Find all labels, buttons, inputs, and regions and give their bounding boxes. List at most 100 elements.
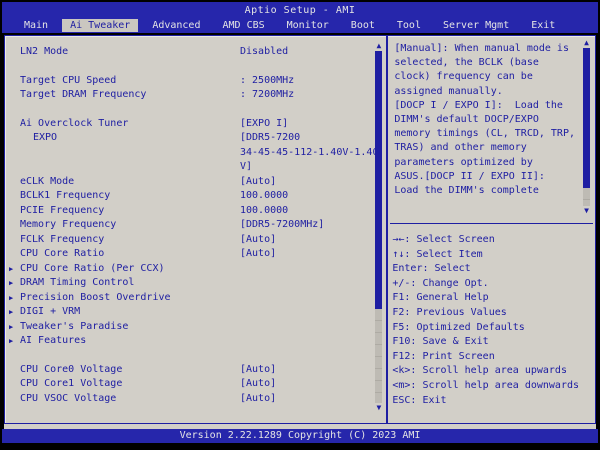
setting-value: [Auto] <box>240 377 276 392</box>
setting-row-eclk-mode[interactable]: eCLK Mode[Auto] <box>5 175 386 190</box>
setting-label: AI Features <box>20 334 240 349</box>
legend-line: +/-: Change Opt. <box>392 277 595 292</box>
setting-row-target-cpu-speed: Target CPU Speed: 2500MHz <box>5 74 386 89</box>
setting-value-line: [DDR5-7200 <box>240 131 378 146</box>
setting-label: Ai Overclock Tuner <box>20 117 240 132</box>
setting-value: 100.0000 <box>240 189 288 204</box>
help-line: TRAS) and other memory <box>394 141 575 155</box>
setting-row-dram-timing-control[interactable]: ▶ DRAM Timing Control <box>5 276 386 291</box>
version-text: Version 2.22.1289 Copyright (C) 2023 AMI <box>180 430 421 441</box>
setting-row-expo[interactable]: EXPO[DDR5-720034-45-45-112-1.40V-1.40V] <box>5 131 386 175</box>
setting-value-line: V] <box>240 160 378 175</box>
setting-label: EXPO <box>20 131 240 146</box>
help-line: DIMM's default DOCP/EXPO <box>394 113 575 127</box>
setting-label: BCLK1 Frequency <box>20 189 240 204</box>
setting-value: [Auto] <box>240 363 276 378</box>
help-line: memory timings (CL, TRCD, TRP, <box>394 127 575 141</box>
help-line: [Manual]: When manual mode is <box>394 42 575 56</box>
legend-line: <k>: Scroll help area upwards <box>392 364 595 379</box>
legend-line: ESC: Exit <box>392 394 595 409</box>
setting-label: FCLK Frequency <box>20 233 240 248</box>
setting-row-cpu-core-ratio-per-ccx[interactable]: ▶ CPU Core Ratio (Per CCX) <box>5 262 386 277</box>
setting-row-precision-boost-overdrive[interactable]: ▶ Precision Boost Overdrive <box>5 291 386 306</box>
setting-row-ln2-mode: LN2 ModeDisabled <box>5 45 386 60</box>
setting-row-ai-overclock-tuner[interactable]: Ai Overclock Tuner[EXPO I] <box>5 117 386 132</box>
setting-label: DIGI + VRM <box>20 305 240 320</box>
help-line: parameters optimized by <box>394 156 575 170</box>
tab-monitor[interactable]: Monitor <box>279 19 337 32</box>
help-line: assigned manually. <box>394 85 575 99</box>
help-pane: [Manual]: When manual mode isselected, t… <box>387 36 595 423</box>
setting-value: [DDR5-720034-45-45-112-1.40V-1.40V] <box>240 131 378 175</box>
tab-ai-tweaker[interactable]: Ai Tweaker <box>62 19 138 32</box>
scroll-down-icon[interactable]: ▼ <box>584 206 589 216</box>
setting-value: [DDR5-7200MHz] <box>240 218 324 233</box>
setting-value: : 7200MHz <box>240 88 294 103</box>
setting-value: 100.0000 <box>240 204 288 219</box>
legend-line: F5: Optimized Defaults <box>392 321 595 336</box>
tab-exit[interactable]: Exit <box>523 19 563 32</box>
setting-row-memory-frequency[interactable]: Memory Frequency[DDR5-7200MHz] <box>5 218 386 233</box>
legend-line: F10: Save & Exit <box>392 335 595 350</box>
setting-row-cpu-vsoc-voltage[interactable]: CPU VSOC Voltage[Auto] <box>5 392 386 407</box>
setting-label: Target DRAM Frequency <box>20 88 240 103</box>
help-line: Load the DIMM's complete <box>394 184 575 198</box>
scrollbar-track[interactable] <box>583 188 590 206</box>
submenu-arrow-icon: ▶ <box>9 276 13 291</box>
setting-label: PCIE Frequency <box>20 204 240 219</box>
setting-row-tweaker-s-paradise[interactable]: ▶ Tweaker's Paradise <box>5 320 386 335</box>
setting-value: [EXPO I] <box>240 117 288 132</box>
legend-line: F12: Print Screen <box>392 350 595 365</box>
setting-value: [Auto] <box>240 175 276 190</box>
main-area: LN2 ModeDisabled Target CPU Speed: 2500MH… <box>4 35 596 424</box>
legend-line: →←: Select Screen <box>392 233 595 248</box>
header-bar: Aptio Setup - AMI MainAi TweakerAdvanced… <box>2 2 598 33</box>
help-scrollbar[interactable]: ▲ ▼ <box>581 38 592 216</box>
scrollbar-track[interactable] <box>375 309 382 403</box>
tab-main[interactable]: Main <box>16 19 56 32</box>
scroll-down-icon[interactable]: ▼ <box>376 403 381 413</box>
settings-list: LN2 ModeDisabled Target CPU Speed: 2500MH… <box>5 36 386 406</box>
setting-row-digi-vrm[interactable]: ▶ DIGI + VRM <box>5 305 386 320</box>
scroll-up-icon[interactable]: ▲ <box>376 41 381 51</box>
settings-scrollbar[interactable]: ▲ ▼ <box>373 41 384 413</box>
submenu-arrow-icon: ▶ <box>9 305 13 320</box>
submenu-arrow-icon: ▶ <box>9 320 13 335</box>
setting-value: [Auto] <box>240 247 276 262</box>
setting-row-ai-features[interactable]: ▶AI Features <box>5 334 386 349</box>
scrollbar-thumb[interactable] <box>375 51 382 309</box>
help-line: clock) frequency can be <box>394 70 575 84</box>
setting-label: Memory Frequency <box>20 218 240 233</box>
tab-boot[interactable]: Boot <box>343 19 383 32</box>
setting-label: DRAM Timing Control <box>20 276 240 291</box>
setting-label: CPU Core Ratio (Per CCX) <box>20 262 240 277</box>
setting-label: Tweaker's Paradise <box>20 320 240 335</box>
menu-bar: Main Ai Tweaker Advanced AMD CBS Monitor Boot… <box>16 19 563 32</box>
help-text: [Manual]: When manual mode isselected, t… <box>388 36 595 223</box>
setting-row-cpu-core1-voltage[interactable]: CPU Core1 Voltage[Auto] <box>5 377 386 392</box>
legend-line: F1: General Help <box>392 291 595 306</box>
scroll-up-icon[interactable]: ▲ <box>584 38 589 48</box>
setting-row-pcie-frequency: PCIE Frequency100.0000 <box>5 204 386 219</box>
tab-tool[interactable]: Tool <box>389 19 429 32</box>
help-line: ASUS.[DOCP II / EXPO II]: <box>394 170 575 184</box>
setting-row-cpu-core0-voltage[interactable]: CPU Core0 Voltage[Auto] <box>5 363 386 378</box>
legend-line: <m>: Scroll help area downwards <box>392 379 595 394</box>
setting-row-target-dram-frequency: Target DRAM Frequency: 7200MHz <box>5 88 386 103</box>
tab-server-mgmt[interactable]: Server Mgmt <box>435 19 517 32</box>
tab-advanced[interactable]: Advanced <box>144 19 208 32</box>
setting-label: Target CPU Speed <box>20 74 240 89</box>
settings-pane: LN2 ModeDisabled Target CPU Speed: 2500MH… <box>5 36 387 423</box>
legend-line: ↑↓: Select Item <box>392 248 595 263</box>
setting-label: Precision Boost Overdrive <box>20 291 240 306</box>
scrollbar-thumb[interactable] <box>583 48 590 188</box>
setting-label: LN2 Mode <box>20 45 240 60</box>
setting-value: [Auto] <box>240 392 276 407</box>
tab-amd-cbs[interactable]: AMD CBS <box>214 19 272 32</box>
setting-row-fclk-frequency[interactable]: FCLK Frequency[Auto] <box>5 233 386 248</box>
setting-row-bclk1-frequency: BCLK1 Frequency100.0000 <box>5 189 386 204</box>
setting-value: [Auto] <box>240 233 276 248</box>
setting-row-cpu-core-ratio[interactable]: CPU Core Ratio[Auto] <box>5 247 386 262</box>
submenu-arrow-icon: ▶ <box>9 291 13 306</box>
submenu-arrow-icon: ▶ <box>9 262 13 277</box>
